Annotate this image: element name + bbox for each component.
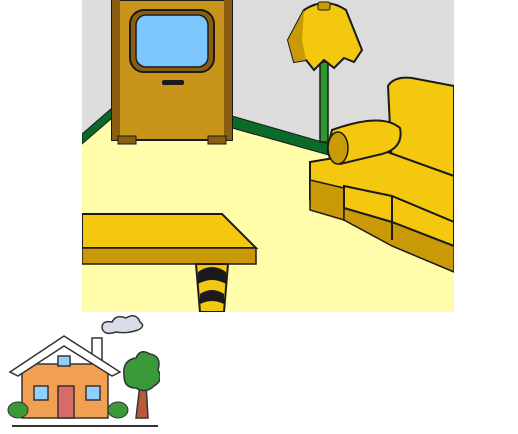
chimney-smoke [101, 315, 144, 335]
window-left [33, 385, 49, 401]
bush-right [107, 401, 129, 419]
attic-window [57, 355, 71, 367]
living-room-scene [82, 0, 454, 312]
living-room-illustration [82, 0, 454, 312]
door [57, 385, 75, 419]
tree [123, 351, 160, 392]
home-icon[interactable] [6, 314, 160, 428]
tv-screen [135, 14, 209, 68]
house-illustration [7, 315, 160, 427]
tv-cabinet-icon [111, 0, 233, 145]
bush-left [7, 401, 29, 419]
window-right [85, 385, 101, 401]
